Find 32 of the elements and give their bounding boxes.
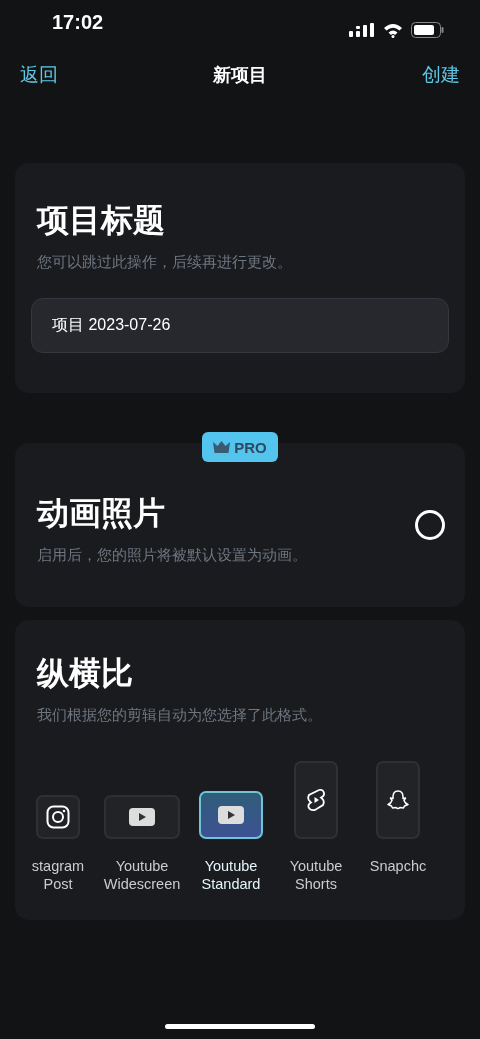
create-button[interactable]: 创建 <box>422 62 460 88</box>
page-title: 新项目 <box>213 64 267 87</box>
instagram-icon <box>46 805 70 829</box>
format-label: Youtube Widescreen <box>103 857 181 893</box>
title-field[interactable]: 项目 2023-07-26 <box>31 298 449 353</box>
ghost-icon <box>387 789 409 811</box>
format-label: Youtube Standard <box>201 857 261 893</box>
section-hint: 我们根据您的剪辑自动为您选择了此格式。 <box>36 706 323 725</box>
format-tile[interactable] <box>104 795 180 839</box>
format-tile[interactable] <box>294 761 338 839</box>
status-time: 17:02 <box>52 11 104 34</box>
section-hint: 启用后，您的照片将被默认设置为动画。 <box>36 545 307 565</box>
format-tile[interactable] <box>36 795 80 839</box>
format-tile[interactable] <box>199 791 263 839</box>
shorts-icon <box>306 788 326 812</box>
battery-icon <box>411 22 444 38</box>
play-icon <box>218 806 244 824</box>
format-tile[interactable] <box>376 761 420 839</box>
radio-toggle[interactable] <box>415 510 445 540</box>
signal-icon <box>349 23 375 37</box>
section-heading: 项目标题 <box>35 201 166 240</box>
play-icon <box>129 808 155 826</box>
format-label: stagram Post <box>31 857 85 893</box>
badge-text: PRO <box>234 438 267 456</box>
wifi-icon <box>383 22 403 38</box>
back-button[interactable]: 返回 <box>20 62 58 88</box>
section-hint: 您可以跳过此操作，后续再进行更改。 <box>36 253 293 272</box>
format-label: Snapchc <box>369 857 427 875</box>
section-heading: 纵横比 <box>35 654 134 693</box>
crown-icon <box>213 441 231 453</box>
section-heading: 动画照片 <box>35 493 166 533</box>
format-label: Youtube Shorts <box>289 857 343 893</box>
